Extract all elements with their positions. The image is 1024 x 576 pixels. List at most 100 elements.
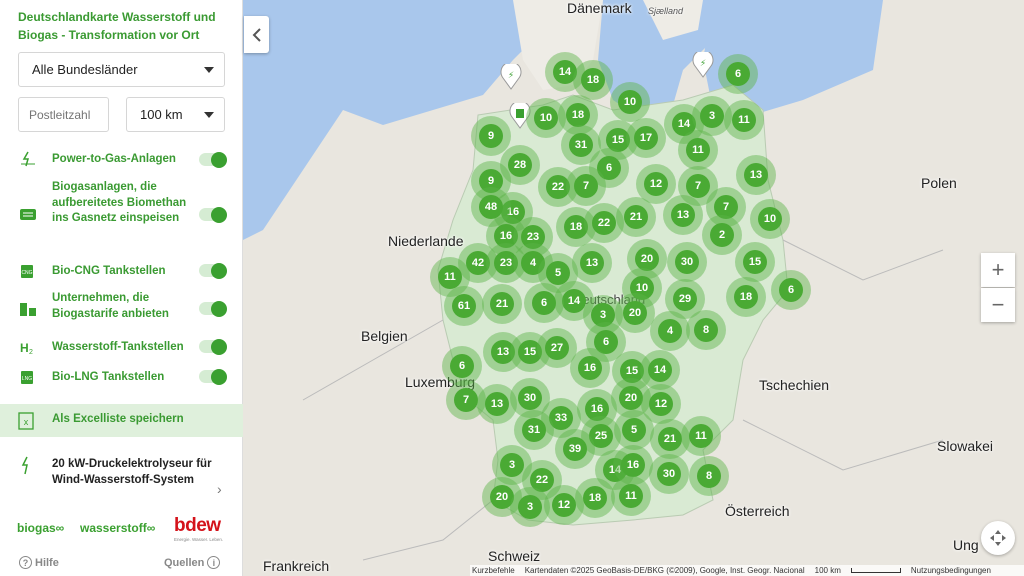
cluster-count: 6 xyxy=(532,291,556,315)
layer-toggle[interactable] xyxy=(199,151,227,168)
radius-select-value: 100 km xyxy=(140,107,183,122)
layer-toggle[interactable] xyxy=(199,262,227,279)
cluster-count: 6 xyxy=(450,354,474,378)
cluster-count: 5 xyxy=(622,418,646,442)
lng-station-icon: LNG xyxy=(18,368,38,386)
cluster-count: 28 xyxy=(508,153,532,177)
map-cluster[interactable]: 13 xyxy=(736,155,776,195)
label-polen: Polen xyxy=(921,175,957,191)
scale-label: 100 km xyxy=(814,566,841,575)
excel-export-label: Als Excelliste speichern xyxy=(52,413,184,425)
cluster-count: 13 xyxy=(485,392,509,416)
state-select-value: Alle Bundesländer xyxy=(32,62,138,77)
map-area[interactable]: Dänemark Sjælland Polen Niederlande Belg… xyxy=(243,0,1024,576)
layer-toggle[interactable] xyxy=(199,368,227,385)
map-cluster[interactable]: 10 xyxy=(610,82,650,122)
cluster-count: 12 xyxy=(552,493,576,517)
power-to-gas-icon xyxy=(18,456,36,481)
cluster-count: 7 xyxy=(686,174,710,198)
map-cluster[interactable]: 61 xyxy=(444,286,484,326)
layer-toggle[interactable] xyxy=(199,338,227,355)
power-to-gas-marker[interactable]: ⚡ xyxy=(692,52,714,78)
map-cluster[interactable]: 30 xyxy=(667,242,707,282)
zoom-out-button[interactable]: − xyxy=(981,288,1015,322)
layer-companies[interactable]: Unternehmen, die Biogastarife anbieten xyxy=(0,291,243,325)
map-cluster[interactable]: 39 xyxy=(555,429,595,469)
map-cluster[interactable]: 6 xyxy=(718,54,758,94)
label-ungarn: Ung xyxy=(953,537,979,553)
map-cluster[interactable]: 13 xyxy=(663,195,703,235)
map-cluster[interactable]: 7 xyxy=(566,166,606,206)
map-cluster[interactable]: 18 xyxy=(573,60,613,100)
collapse-sidebar-button[interactable] xyxy=(244,16,269,53)
layer-biogas-plants[interactable]: Biogasanlagen, die aufbereitetes Biometh… xyxy=(0,180,243,244)
layer-bio-cng[interactable]: CNG Bio-CNG Tankstellen xyxy=(0,262,243,280)
cluster-count: 18 xyxy=(734,285,758,309)
map-cluster[interactable]: 8 xyxy=(686,310,726,350)
map-cluster[interactable]: 4 xyxy=(650,311,690,351)
cluster-count: 21 xyxy=(658,427,682,451)
wasserstoff-logo: wasserstoff∞ xyxy=(80,521,156,535)
cluster-count: 20 xyxy=(623,301,647,325)
layer-toggle[interactable] xyxy=(199,300,227,317)
cluster-count: 31 xyxy=(569,133,593,157)
cluster-count: 13 xyxy=(671,203,695,227)
map-cluster[interactable]: 5 xyxy=(614,410,654,450)
cluster-count: 30 xyxy=(675,250,699,274)
cluster-count: 27 xyxy=(545,336,569,360)
map-cluster[interactable]: 2 xyxy=(702,215,742,255)
map-cluster[interactable]: 11 xyxy=(724,100,764,140)
help-link[interactable]: ? Hilfe xyxy=(19,556,59,569)
zoom-in-button[interactable]: + xyxy=(981,253,1015,287)
biogas-logo: biogas∞ xyxy=(17,521,65,535)
cluster-count: 11 xyxy=(686,138,710,162)
svg-text:x: x xyxy=(24,417,29,427)
map-cluster[interactable]: 12 xyxy=(544,485,584,525)
radius-select[interactable]: 100 km xyxy=(126,97,225,132)
terms-link[interactable]: Nutzungsbedingungen xyxy=(911,566,991,575)
question-icon: ? xyxy=(19,556,32,569)
pan-control-icon[interactable] xyxy=(981,521,1015,555)
layer-power-to-gas[interactable]: Power-to-Gas-Anlagen xyxy=(0,150,243,168)
map-cluster[interactable]: 21 xyxy=(482,284,522,324)
map-cluster[interactable]: 6 xyxy=(524,283,564,323)
svg-text:LNG: LNG xyxy=(22,376,32,382)
map-cluster[interactable]: 11 xyxy=(681,416,721,456)
cluster-count: 14 xyxy=(648,358,672,382)
layer-hydrogen[interactable]: H2 Wasserstoff-Tankstellen xyxy=(0,338,243,356)
cluster-count: 11 xyxy=(732,108,756,132)
feature-item[interactable]: 20 kW-Druckelektrolyseur für Wind-Wasser… xyxy=(0,448,243,508)
label-sjaelland: Sjælland xyxy=(648,6,684,16)
postal-code-input[interactable] xyxy=(18,97,109,132)
map-cluster[interactable]: 11 xyxy=(611,476,651,516)
excel-export-button[interactable]: x Als Excelliste speichern xyxy=(0,404,243,437)
layer-bio-lng[interactable]: LNG Bio-LNG Tankstellen xyxy=(0,368,243,386)
cluster-count: 16 xyxy=(578,356,602,380)
layer-label: Bio-CNG Tankstellen xyxy=(52,265,166,277)
map-cluster[interactable]: 11 xyxy=(678,130,718,170)
cluster-count: 48 xyxy=(479,195,503,219)
map-cluster[interactable]: 30 xyxy=(649,454,689,494)
cluster-count: 18 xyxy=(581,68,605,92)
map-cluster[interactable]: 10 xyxy=(750,199,790,239)
cluster-count: 2 xyxy=(710,223,734,247)
state-select[interactable]: Alle Bundesländer xyxy=(18,52,225,87)
shortcuts-link[interactable]: Kurzbefehle xyxy=(472,566,515,575)
map-cluster[interactable]: 13 xyxy=(572,243,612,283)
map-cluster[interactable]: 31 xyxy=(514,410,554,450)
sources-link[interactable]: Quellen i xyxy=(164,556,221,569)
power-to-gas-marker[interactable]: ⚡ xyxy=(500,64,522,90)
map-cluster[interactable]: 18 xyxy=(726,277,766,317)
map-cluster[interactable]: 22 xyxy=(584,203,624,243)
company-icon xyxy=(18,299,38,317)
map-cluster[interactable]: 6 xyxy=(771,270,811,310)
map-cluster[interactable]: 15 xyxy=(735,242,775,282)
map-cluster[interactable]: 16 xyxy=(570,348,610,388)
map-cluster[interactable]: 17 xyxy=(626,118,666,158)
cluster-count: 3 xyxy=(700,104,724,128)
svg-text:2: 2 xyxy=(29,349,33,355)
map-cluster[interactable]: 20 xyxy=(615,293,655,333)
cluster-count: 30 xyxy=(657,462,681,486)
map-cluster[interactable]: 8 xyxy=(689,456,729,496)
layer-toggle[interactable] xyxy=(199,206,227,223)
